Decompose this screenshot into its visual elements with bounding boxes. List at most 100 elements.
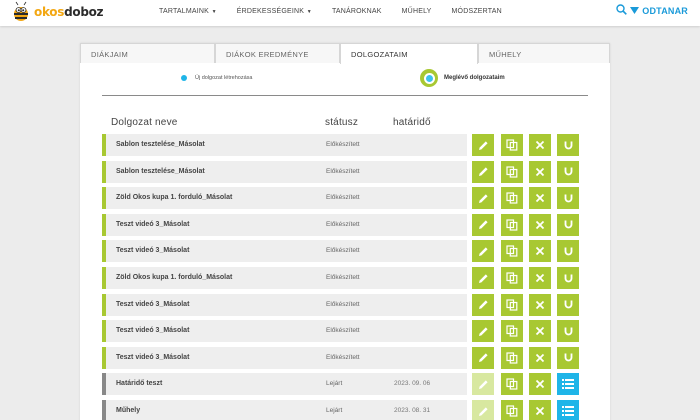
assign-button[interactable] (557, 346, 579, 369)
assign-button[interactable] (557, 134, 579, 156)
delete-x-icon (535, 406, 545, 416)
edit-button[interactable] (472, 213, 494, 236)
row-info[interactable]: Műhely Lejárt 2023. 08. 31 (102, 400, 467, 420)
nav-item-tanaroknak[interactable]: TANÁROKNAK (332, 8, 382, 15)
table-row: Zöld Okos kupa 1. forduló_Másolat Előkész… (102, 187, 579, 210)
delete-button[interactable] (529, 213, 551, 236)
row-info[interactable]: Sablon tesztelése_Másolat Előkészített (102, 134, 467, 156)
row-info[interactable]: Határidő teszt Lejárt 2023. 09. 06 (102, 373, 467, 396)
row-info[interactable]: Teszt videó 3_Másolat Előkészített (102, 320, 467, 343)
tab-muhely[interactable]: MŰHELY (478, 43, 610, 63)
user-name[interactable]: ODTANAR (642, 6, 688, 16)
table-row: Teszt videó 3_Másolat Előkészített (102, 346, 579, 369)
copy-button[interactable] (501, 320, 523, 343)
copy-button[interactable] (501, 293, 523, 316)
delete-button[interactable] (529, 187, 551, 210)
tab-diakjaim[interactable]: DIÁKJAIM (80, 43, 215, 63)
edit-pencil-icon (478, 379, 489, 390)
assign-button[interactable] (557, 213, 579, 236)
row-info[interactable]: Sablon tesztelése_Másolat Előkészített (102, 160, 467, 183)
test-status: Lejárt (326, 380, 343, 388)
search-icon[interactable] (616, 4, 628, 17)
delete-button[interactable] (529, 320, 551, 343)
delete-x-icon (535, 140, 545, 150)
top-navbar: okosdoboz TARTALMAINK ▼ ÉRDEKESSÉGEINK ▼… (0, 0, 700, 26)
row-info[interactable]: Teszt videó 3_Másolat Előkészített (102, 293, 467, 316)
edit-pencil-icon (478, 219, 489, 230)
test-name: Teszt videó 3_Másolat (116, 353, 190, 361)
assign-magnet-icon (563, 219, 574, 230)
copy-button[interactable] (501, 346, 523, 369)
radio-dot-icon (181, 75, 187, 81)
edit-pencil-icon (478, 273, 489, 284)
edit-button[interactable] (472, 160, 494, 183)
edit-button[interactable] (472, 267, 494, 289)
copy-button[interactable] (501, 134, 523, 156)
row-info[interactable]: Teszt videó 3_Másolat Előkészített (102, 240, 467, 263)
copy-button[interactable] (501, 240, 523, 263)
radio-selected-icon (420, 69, 438, 87)
delete-button[interactable] (529, 400, 551, 420)
test-name: Sablon tesztelése_Másolat (116, 141, 205, 148)
edit-button[interactable] (472, 240, 494, 263)
bee-mascot-icon (10, 1, 32, 23)
assign-button[interactable] (557, 267, 579, 289)
assign-button[interactable] (557, 293, 579, 316)
edit-button[interactable] (472, 346, 494, 369)
nav-item-erdekessegeink[interactable]: ÉRDEKESSÉGEINK ▼ (237, 8, 312, 15)
caret-down-icon: ▼ (210, 9, 217, 15)
copy-button[interactable] (501, 267, 523, 289)
nav-item-tartalmaink[interactable]: TARTALMAINK ▼ (159, 8, 217, 15)
radio-new-test[interactable]: Új dolgozat létrehozása (181, 75, 252, 81)
results-button[interactable] (557, 373, 579, 396)
delete-button[interactable] (529, 240, 551, 263)
radio-existing-tests[interactable]: Meglévő dolgozataim (420, 69, 505, 87)
row-info[interactable]: Teszt videó 3_Másolat Előkészített (102, 213, 467, 236)
delete-button[interactable] (529, 346, 551, 369)
delete-x-icon (535, 300, 545, 310)
column-header-deadline: határidő (393, 117, 431, 128)
test-status: Előkészített (326, 300, 360, 308)
delete-button[interactable] (529, 134, 551, 156)
copy-button[interactable] (501, 213, 523, 236)
row-info[interactable]: Zöld Okos kupa 1. forduló_Másolat Előkész… (102, 267, 467, 289)
edit-button[interactable] (472, 373, 494, 396)
edit-button[interactable] (472, 320, 494, 343)
edit-pencil-icon (478, 166, 489, 177)
edit-button[interactable] (472, 400, 494, 420)
copy-button[interactable] (501, 187, 523, 210)
delete-x-icon (535, 246, 545, 256)
delete-button[interactable] (529, 160, 551, 183)
table-row: Teszt videó 3_Másolat Előkészített (102, 293, 579, 316)
copy-button[interactable] (501, 373, 523, 396)
assign-button[interactable] (557, 240, 579, 263)
copy-icon (506, 272, 518, 284)
tab-dolgozataim[interactable]: DOLGOZATAIM (340, 43, 478, 64)
test-name: Határidő teszt (116, 380, 163, 388)
nav-item-modszertan[interactable]: MÓDSZERTAN (452, 8, 502, 15)
assign-button[interactable] (557, 320, 579, 343)
assign-button[interactable] (557, 160, 579, 183)
assign-button[interactable] (557, 187, 579, 210)
copy-button[interactable] (501, 160, 523, 183)
test-status: Előkészített (326, 353, 360, 361)
edit-button[interactable] (472, 134, 494, 156)
row-info[interactable]: Zöld Okos kupa 1. forduló_Másolat Előkész… (102, 187, 467, 210)
copy-icon (506, 325, 518, 337)
edit-pencil-icon (478, 352, 489, 363)
tab-diakok-eredmenye[interactable]: DIÁKOK EREDMÉNYE (215, 43, 340, 63)
delete-x-icon (535, 220, 545, 230)
test-name: Zöld Okos kupa 1. forduló_Másolat (116, 274, 233, 281)
nav-item-muhely[interactable]: MŰHELY (402, 8, 432, 15)
site-logo[interactable]: okosdoboz (10, 1, 104, 23)
results-button[interactable] (557, 400, 579, 420)
edit-button[interactable] (472, 187, 494, 210)
row-info[interactable]: Teszt videó 3_Másolat Előkészített (102, 346, 467, 369)
table-row: Sablon tesztelése_Másolat Előkészített (102, 160, 579, 183)
triangle-down-icon[interactable] (630, 6, 640, 16)
copy-button[interactable] (501, 400, 523, 420)
delete-button[interactable] (529, 373, 551, 396)
delete-button[interactable] (529, 267, 551, 289)
delete-button[interactable] (529, 293, 551, 316)
edit-button[interactable] (472, 293, 494, 316)
